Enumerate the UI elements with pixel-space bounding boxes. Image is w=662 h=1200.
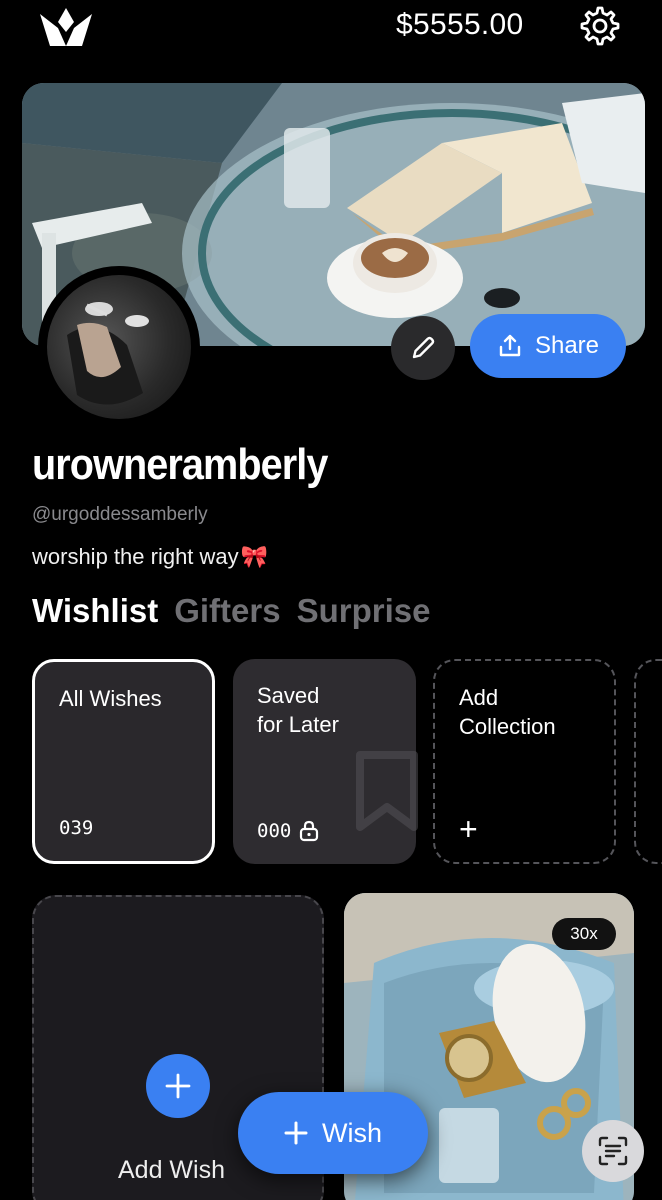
add-wish-label: Add Wish <box>118 1156 225 1184</box>
user-handle: @urgoddessamberly <box>32 504 208 525</box>
ribbon-emoji: 🎀 <box>240 544 269 569</box>
profile-tabs: Wishlist Gifters Surprise <box>32 592 430 630</box>
collection-all-wishes[interactable]: All Wishes 039 <box>32 659 215 864</box>
collection-count-row: 000 <box>257 820 319 842</box>
add-wish-fab[interactable]: Wish <box>238 1092 428 1174</box>
scan-text-icon <box>598 1136 628 1166</box>
plus-icon <box>284 1121 308 1145</box>
tab-wishlist[interactable]: Wishlist <box>32 592 158 630</box>
scan-button[interactable] <box>582 1120 644 1182</box>
logo-icon <box>36 6 96 50</box>
share-label: Share <box>534 332 600 359</box>
avatar[interactable] <box>38 266 200 428</box>
collection-saved-for-later[interactable]: Saved for Later 000 <box>233 659 418 864</box>
collection-title-line1: Add <box>459 685 499 710</box>
share-button[interactable]: Share <box>470 314 626 378</box>
add-wish-plus-button[interactable] <box>146 1054 210 1118</box>
lock-icon <box>300 820 319 842</box>
bookmark-icon <box>356 751 418 831</box>
quantity-badge: 30x <box>552 918 616 950</box>
wallet-balance[interactable]: $5555.00 <box>396 8 524 42</box>
collection-title-line2: for Later <box>257 712 339 737</box>
tab-gifters[interactable]: Gifters <box>174 592 280 630</box>
gear-icon[interactable] <box>580 6 620 46</box>
collection-card-partial[interactable] <box>634 659 662 864</box>
edit-profile-button[interactable] <box>391 316 455 380</box>
add-collection-card[interactable]: Add Collection + <box>433 659 616 864</box>
bio: worship the right way 🎀 <box>32 544 268 570</box>
share-upload-icon <box>499 334 521 357</box>
plus-icon: + <box>459 811 478 847</box>
bio-text: worship the right way <box>32 544 239 569</box>
collection-title-line1: Saved <box>257 683 320 708</box>
fab-label: Wish <box>322 1117 382 1148</box>
collection-count: 039 <box>59 817 94 839</box>
username: urowneramberly <box>32 440 328 489</box>
collection-count: 000 <box>257 820 292 842</box>
collection-title: All Wishes <box>59 686 162 711</box>
tab-surprise[interactable]: Surprise <box>297 592 431 630</box>
pencil-icon <box>412 336 435 359</box>
plus-icon <box>165 1073 191 1099</box>
collection-title-line2: Collection <box>459 714 556 739</box>
